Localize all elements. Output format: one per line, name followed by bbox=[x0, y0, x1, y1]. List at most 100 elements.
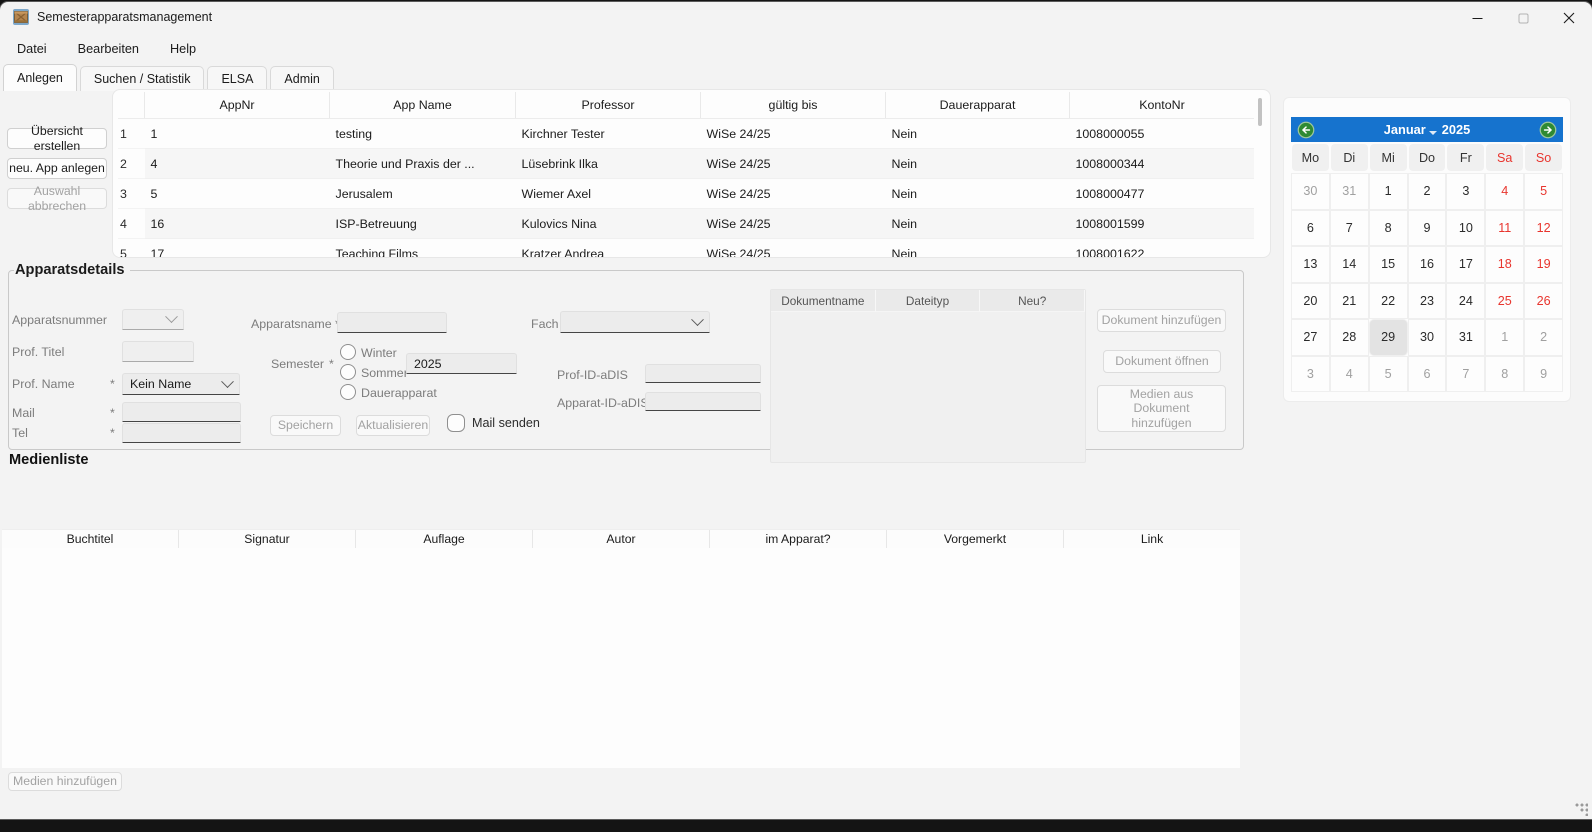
table-row[interactable]: 517Teaching FilmsKratzer AndreaWiSe 24/2… bbox=[118, 239, 1254, 259]
cell[interactable]: Wiemer Axel bbox=[516, 179, 701, 209]
sidebar-button-auswahl-abbrechen[interactable]: Auswahl abbrechen bbox=[7, 188, 107, 209]
cell[interactable]: Kratzer Andrea bbox=[516, 239, 701, 259]
maximize-button[interactable] bbox=[1500, 2, 1546, 34]
calendar-day[interactable]: 10 bbox=[1446, 210, 1485, 247]
calendar-day[interactable]: 8 bbox=[1369, 210, 1408, 247]
prof-name-combobox[interactable]: Kein Name bbox=[122, 373, 240, 395]
calendar-day[interactable]: 26 bbox=[1524, 283, 1563, 320]
table-row[interactable]: 11testingKirchner TesterWiSe 24/25Nein10… bbox=[118, 119, 1254, 149]
cell[interactable]: WiSe 24/25 bbox=[701, 119, 886, 149]
apparat-id-adis-input[interactable] bbox=[645, 392, 761, 411]
cell[interactable]: WiSe 24/25 bbox=[701, 179, 886, 209]
table-scrollbar[interactable] bbox=[1258, 98, 1262, 126]
cell[interactable]: 16 bbox=[145, 209, 330, 239]
dauerapparat-radio[interactable] bbox=[340, 384, 356, 400]
cell[interactable]: Jerusalem bbox=[330, 179, 516, 209]
calendar-day[interactable]: 8 bbox=[1485, 356, 1524, 393]
cell[interactable]: Nein bbox=[886, 179, 1070, 209]
calendar-day[interactable]: 31 bbox=[1446, 319, 1485, 356]
cell[interactable]: Nein bbox=[886, 209, 1070, 239]
calendar-day[interactable]: 17 bbox=[1446, 246, 1485, 283]
calendar-day[interactable]: 4 bbox=[1330, 356, 1369, 393]
cell[interactable]: 1008001622 bbox=[1070, 239, 1255, 259]
cell[interactable]: Nein bbox=[886, 149, 1070, 179]
calendar-day[interactable]: 7 bbox=[1330, 210, 1369, 247]
cell[interactable]: Lüsebrink Ilka bbox=[516, 149, 701, 179]
speichern-button[interactable]: Speichern bbox=[270, 415, 341, 436]
calendar-day[interactable]: 3 bbox=[1446, 173, 1485, 210]
mail-senden-checkbox[interactable] bbox=[447, 414, 465, 432]
cell[interactable]: 1008000055 bbox=[1070, 119, 1255, 149]
medien-aus-dokument-button[interactable]: Medien aus Dokument hinzufügen bbox=[1097, 385, 1226, 432]
calendar-month-label[interactable]: Januar bbox=[1384, 122, 1426, 137]
calendar-day[interactable]: 15 bbox=[1369, 246, 1408, 283]
apparatsname-input[interactable] bbox=[337, 312, 447, 333]
calendar-day[interactable]: 5 bbox=[1524, 173, 1563, 210]
sidebar-button-neu-app-anlegen[interactable]: neu. App anlegen bbox=[7, 158, 107, 179]
menu-item-datei[interactable]: Datei bbox=[16, 39, 48, 59]
calendar-day[interactable]: 28 bbox=[1330, 319, 1369, 356]
calendar-day[interactable]: 16 bbox=[1408, 246, 1447, 283]
fach-combobox[interactable] bbox=[560, 311, 710, 333]
calendar-prev-icon[interactable] bbox=[1297, 121, 1315, 139]
calendar-day[interactable]: 1 bbox=[1485, 319, 1524, 356]
mail-input[interactable] bbox=[122, 402, 241, 422]
cell[interactable]: Kirchner Tester bbox=[516, 119, 701, 149]
cell[interactable]: Nein bbox=[886, 239, 1070, 259]
apparatus-table[interactable]: AppNrApp NameProfessorgültig bisDauerapp… bbox=[118, 92, 1254, 258]
cell[interactable]: Teaching Films bbox=[330, 239, 516, 259]
tab-suchen-statistik[interactable]: Suchen / Statistik bbox=[80, 66, 205, 91]
calendar-year-label[interactable]: 2025 bbox=[1442, 122, 1470, 137]
calendar-day[interactable]: 20 bbox=[1291, 283, 1330, 320]
calendar-day[interactable]: 5 bbox=[1369, 356, 1408, 393]
calendar-day[interactable]: 4 bbox=[1485, 173, 1524, 210]
calendar-day[interactable]: 19 bbox=[1524, 246, 1563, 283]
cell[interactable]: WiSe 24/25 bbox=[701, 149, 886, 179]
calendar-day[interactable]: 3 bbox=[1291, 356, 1330, 393]
cell[interactable]: Nein bbox=[886, 119, 1070, 149]
prof-id-adis-input[interactable] bbox=[645, 364, 761, 383]
aktualisieren-button[interactable]: Aktualisieren bbox=[356, 415, 430, 436]
calendar-day[interactable]: 23 bbox=[1408, 283, 1447, 320]
calendar-day[interactable]: 9 bbox=[1524, 356, 1563, 393]
calendar-day[interactable]: 6 bbox=[1291, 210, 1330, 247]
calendar-day[interactable]: 11 bbox=[1485, 210, 1524, 247]
dokument-oeffnen-button[interactable]: Dokument öffnen bbox=[1103, 350, 1221, 373]
tab-elsa[interactable]: ELSA bbox=[207, 66, 267, 91]
cell[interactable]: 1008001599 bbox=[1070, 209, 1255, 239]
semester-year-input[interactable]: 2025 bbox=[406, 353, 517, 374]
cell[interactable]: Kulovics Nina bbox=[516, 209, 701, 239]
calendar-day[interactable]: 27 bbox=[1291, 319, 1330, 356]
cell[interactable]: 4 bbox=[145, 149, 330, 179]
resize-grip-icon[interactable] bbox=[1575, 803, 1588, 816]
calendar-day[interactable]: 30 bbox=[1408, 319, 1447, 356]
sommer-radio[interactable] bbox=[340, 364, 356, 380]
table-row[interactable]: 416ISP-BetreuungKulovics NinaWiSe 24/25N… bbox=[118, 209, 1254, 239]
cell[interactable]: 1008000477 bbox=[1070, 179, 1255, 209]
calendar-day[interactable]: 2 bbox=[1408, 173, 1447, 210]
tel-input[interactable] bbox=[122, 423, 241, 443]
cell[interactable]: 1008000344 bbox=[1070, 149, 1255, 179]
dokument-hinzufuegen-button[interactable]: Dokument hinzufügen bbox=[1097, 309, 1226, 332]
calendar-day[interactable]: 31 bbox=[1330, 173, 1369, 210]
tab-anlegen[interactable]: Anlegen bbox=[3, 64, 77, 91]
cell[interactable]: 17 bbox=[145, 239, 330, 259]
winter-radio[interactable] bbox=[340, 344, 356, 360]
medienliste-body[interactable] bbox=[2, 548, 1240, 768]
table-row[interactable]: 35JerusalemWiemer AxelWiSe 24/25Nein1008… bbox=[118, 179, 1254, 209]
close-button[interactable] bbox=[1546, 2, 1592, 34]
cell[interactable]: 1 bbox=[145, 119, 330, 149]
calendar-day[interactable]: 13 bbox=[1291, 246, 1330, 283]
calendar-next-icon[interactable] bbox=[1539, 121, 1557, 139]
calendar-day[interactable]: 7 bbox=[1446, 356, 1485, 393]
table-row[interactable]: 24Theorie und Praxis der ...Lüsebrink Il… bbox=[118, 149, 1254, 179]
cell[interactable]: ISP-Betreuung bbox=[330, 209, 516, 239]
calendar-day[interactable]: 9 bbox=[1408, 210, 1447, 247]
calendar-day[interactable]: 29 bbox=[1369, 319, 1408, 356]
cell[interactable]: Theorie und Praxis der ... bbox=[330, 149, 516, 179]
calendar-day[interactable]: 22 bbox=[1369, 283, 1408, 320]
calendar-day[interactable]: 14 bbox=[1330, 246, 1369, 283]
sidebar-button-übersicht-erstellen[interactable]: Übersicht erstellen bbox=[7, 128, 107, 149]
calendar-day[interactable]: 1 bbox=[1369, 173, 1408, 210]
tab-admin[interactable]: Admin bbox=[270, 66, 333, 91]
